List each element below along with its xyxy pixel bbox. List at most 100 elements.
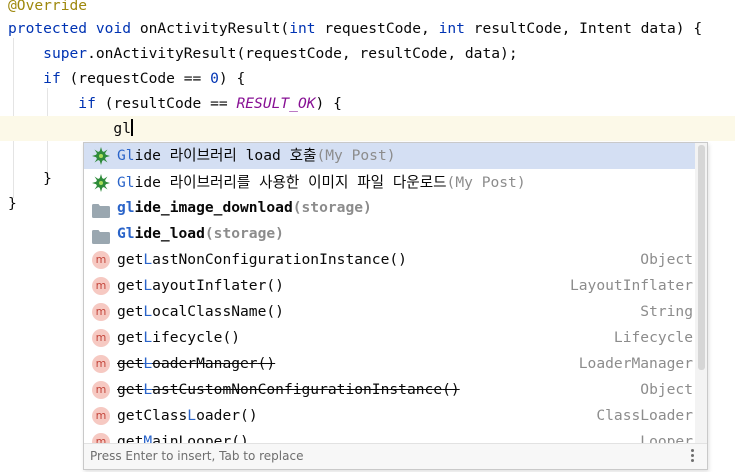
code-token: int (438, 20, 465, 37)
item-name: ide 라이브러리를 사용한 이미지 파일 다운로드 (134, 174, 447, 191)
item-source-note: (My Post) (316, 147, 396, 164)
code-token: resultCode, Intent data) { (464, 20, 703, 37)
code-token: .onActivityResult(requestCode, resultCod… (87, 45, 518, 62)
completion-item-label: getLoaderManager() (117, 351, 275, 377)
completion-item-label: getLastNonConfigurationInstance() (117, 247, 407, 273)
code-line[interactable]: if (resultCode == RESULT_OK) { (8, 91, 342, 116)
item-name: ifecycle (152, 329, 223, 346)
item-source-note: (storage) (292, 199, 372, 216)
method-icon: m (92, 355, 110, 373)
method-icon: m (92, 277, 110, 295)
method-icon: m (92, 433, 110, 443)
code-token: } (8, 170, 52, 187)
more-options-icon[interactable] (691, 449, 695, 465)
item-name: ainLooper (152, 433, 232, 443)
code-line[interactable]: if (requestCode == 0) { (8, 66, 245, 91)
code-token: gl (8, 120, 132, 137)
item-name-prefix: get (117, 251, 144, 268)
footer-hint: Press Enter to insert, Tab to replace (90, 449, 304, 463)
code-token: super (43, 45, 88, 62)
completion-item[interactable]: Glide_load(storage) (84, 221, 695, 247)
folder-icon (92, 227, 110, 244)
item-params: () (266, 277, 284, 294)
item-return-type: String (640, 303, 693, 320)
item-name: oaderManager (152, 355, 258, 372)
code-line[interactable]: } (8, 166, 52, 191)
completion-item-label: getLastCustomNonConfigurationInstance() (117, 377, 460, 403)
completion-list[interactable]: Glide 라이브러리 load 호출(My Post) Glide 라이브러리를… (84, 143, 695, 443)
code-token: 0 (210, 70, 219, 87)
item-match-highlight: L (143, 277, 153, 294)
code-token: requestCode, (315, 20, 439, 37)
item-params: () (442, 381, 460, 398)
code-completion-popup[interactable]: Glide 라이브러리 load 호출(My Post) Glide 라이브러리를… (83, 142, 708, 470)
item-match-highlight: M (143, 433, 153, 443)
code-token: ) { (218, 70, 246, 87)
item-name: ocalClassName (152, 303, 267, 320)
item-match-highlight: L (143, 251, 153, 268)
completion-item[interactable]: m getLifecycle() Lifecycle (84, 325, 695, 351)
completion-item-label: getLifecycle() (117, 325, 240, 351)
item-name-prefix: get (117, 329, 144, 346)
completion-item[interactable]: glide_image_download(storage) (84, 195, 695, 221)
text-caret (131, 119, 133, 136)
item-match-highlight: Gl (117, 174, 135, 191)
code-token: } (8, 195, 17, 212)
item-name: oader (196, 407, 241, 424)
item-match-highlight: L (187, 407, 197, 424)
code-token: if (43, 70, 61, 87)
code-line[interactable]: gl (0, 116, 735, 141)
item-params: () (231, 433, 249, 443)
item-name: astNonConfigurationInstance (152, 251, 390, 268)
completion-item[interactable]: m getLastNonConfigurationInstance() Object (84, 247, 695, 273)
code-token: protected (8, 20, 88, 37)
code-line[interactable]: } (8, 191, 17, 216)
item-return-type: LoaderManager (578, 355, 693, 372)
item-match-highlight: L (143, 329, 153, 346)
code-token: @Override (8, 0, 88, 14)
scrollbar-thumb[interactable] (698, 145, 705, 370)
code-token: int (289, 20, 316, 37)
completion-item-label: getClassLoader() (117, 403, 258, 429)
code-token: (requestCode == (60, 70, 211, 87)
item-params: () (257, 355, 276, 372)
completion-item[interactable]: m getLayoutInflater() LayoutInflater (84, 273, 695, 299)
completion-item[interactable]: m getLocalClassName() String (84, 299, 695, 325)
completion-item-label: getLocalClassName() (117, 299, 284, 325)
item-return-type: ClassLoader (596, 407, 693, 424)
glide-icon (92, 174, 110, 192)
item-name: ide 라이브러리 load 호출 (134, 147, 317, 164)
completion-item[interactable]: Glide 라이브러리 load 호출(My Post) (84, 143, 695, 169)
completion-scrollbar[interactable] (695, 143, 707, 443)
code-token: ) { (315, 95, 342, 112)
completion-item-label: Glide 라이브러리 load 호출(My Post) (117, 143, 396, 169)
item-params: () (240, 407, 258, 424)
completion-item[interactable]: m getLastCustomNonConfigurationInstance()… (84, 377, 695, 403)
item-params: () (266, 303, 284, 320)
code-line[interactable]: super.onActivityResult(requestCode, resu… (8, 41, 518, 66)
glide-icon (92, 147, 110, 165)
completion-item[interactable]: m getClassLoader() ClassLoader (84, 403, 695, 429)
item-name-prefix: get (117, 381, 144, 398)
completion-footer: Press Enter to insert, Tab to replace (84, 443, 707, 469)
code-line[interactable]: protected void onActivityResult(int requ… (8, 16, 702, 41)
completion-item[interactable]: Glide 라이브러리를 사용한 이미지 파일 다운로드(My Post) (84, 170, 695, 196)
method-icon: m (92, 381, 110, 399)
item-match-highlight: L (143, 355, 153, 372)
item-source-note: (storage) (204, 225, 284, 242)
item-name-prefix: get (117, 355, 144, 372)
item-match-highlight: Gl (117, 225, 135, 242)
item-name: ide_image_download (134, 199, 293, 216)
item-match-highlight: Gl (117, 147, 135, 164)
folder-icon (92, 201, 110, 218)
item-match-highlight: L (143, 303, 153, 320)
item-params: () (389, 251, 407, 268)
completion-item-label: getLayoutInflater() (117, 273, 284, 299)
item-name: ayoutInflater (152, 277, 267, 294)
method-icon: m (92, 329, 110, 347)
completion-item[interactable]: m getLoaderManager() LoaderManager (84, 351, 695, 377)
completion-item[interactable]: m getMainLooper() Looper (84, 429, 695, 443)
completion-item-label: Glide 라이브러리를 사용한 이미지 파일 다운로드(My Post) (117, 170, 526, 196)
